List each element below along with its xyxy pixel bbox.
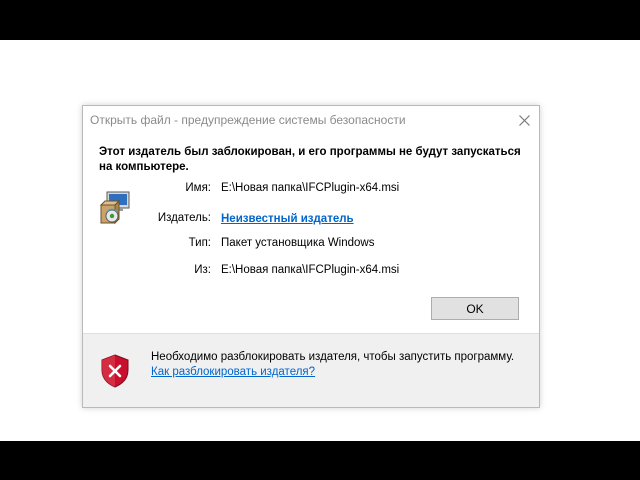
dialog-titlebar[interactable]: Открыть файл - предупреждение системы бе… [83, 106, 539, 134]
publisher-label: Издатель: [157, 212, 211, 224]
dialog-footer: Необходимо разблокировать издателя, чтоб… [83, 333, 539, 407]
name-label: Имя: [185, 182, 211, 194]
close-icon [518, 114, 530, 126]
footer-message: Необходимо разблокировать издателя, чтоб… [151, 350, 521, 380]
security-shield-error-icon [101, 354, 129, 388]
publisher-link[interactable]: Неизвестный издатель [221, 213, 354, 225]
footer-message-text: Необходимо разблокировать издателя, чтоб… [151, 351, 515, 363]
security-warning-dialog: Открыть файл - предупреждение системы бе… [82, 105, 540, 408]
from-value: E:\Новая папка\IFCPlugin-x64.msi [221, 264, 400, 276]
screen-background: Открыть файл - предупреждение системы бе… [0, 40, 640, 441]
type-label: Тип: [188, 237, 211, 249]
unblock-publisher-link[interactable]: Как разблокировать издателя? [151, 366, 315, 378]
from-label: Из: [194, 264, 211, 276]
dialog-title: Открыть файл - предупреждение системы бе… [90, 113, 406, 127]
close-button[interactable] [509, 106, 539, 134]
warning-headline: Этот издатель был заблокирован, и его пр… [99, 146, 521, 173]
ok-button[interactable]: OK [431, 297, 519, 320]
type-value: Пакет установщика Windows [221, 237, 375, 249]
name-value: E:\Новая папка\IFCPlugin-x64.msi [221, 182, 400, 194]
